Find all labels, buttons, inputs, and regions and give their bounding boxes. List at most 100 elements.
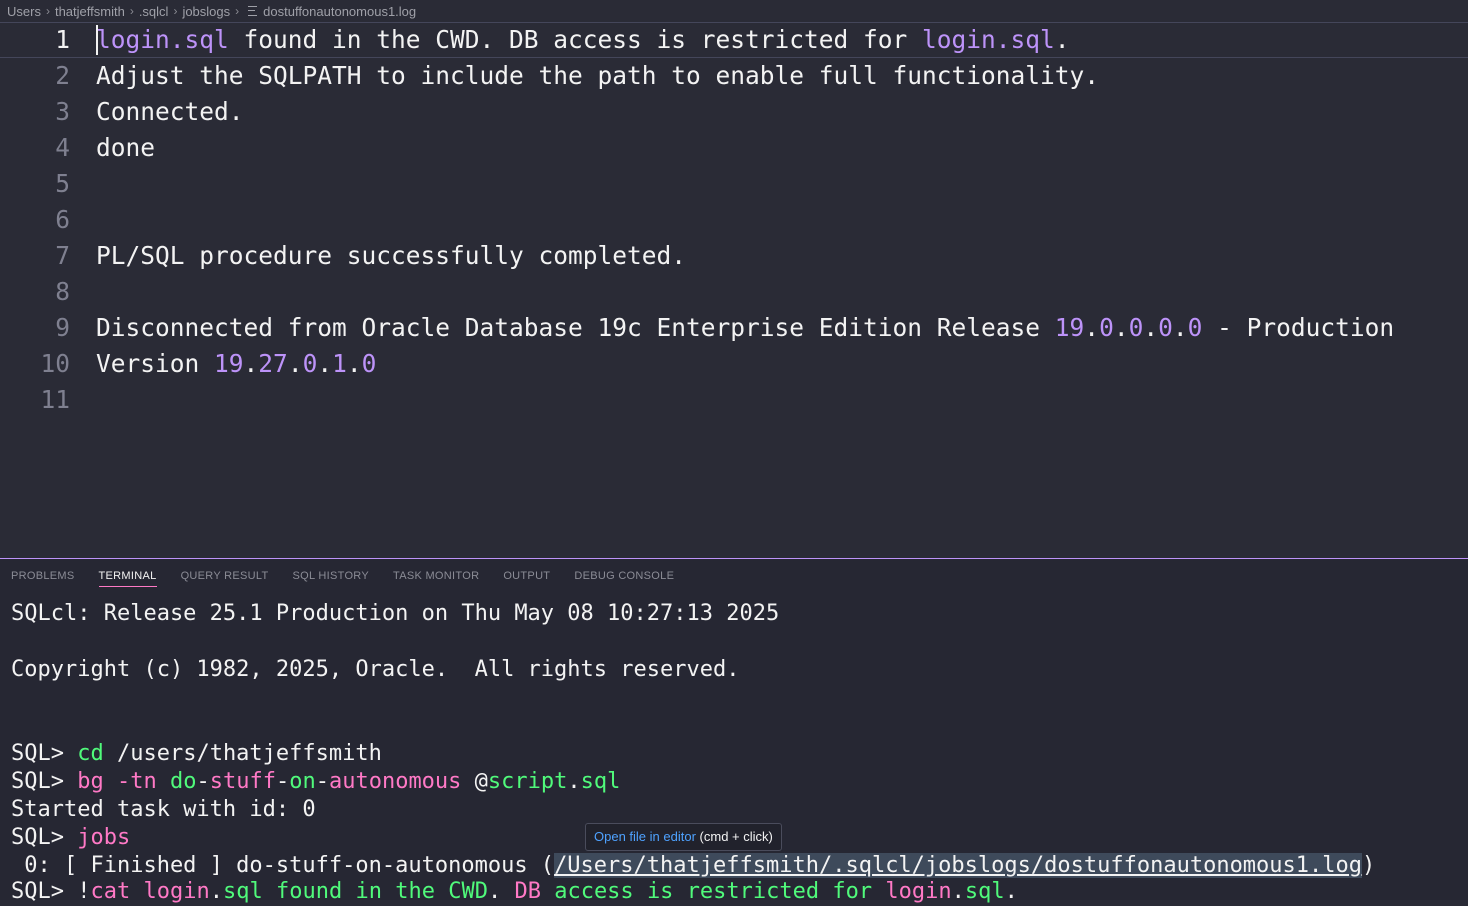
chevron-right-icon: ›: [129, 4, 134, 18]
editor-line[interactable]: 2 Adjust the SQLPATH to include the path …: [0, 58, 1468, 94]
text-token: - Production: [1202, 313, 1395, 342]
line-code: Version 19.27.0.1.0: [96, 346, 376, 382]
text-token: 19: [1054, 313, 1085, 342]
tab-task-monitor[interactable]: TASK MONITOR: [393, 570, 479, 587]
terminal-line: Started task with id: 0: [11, 796, 316, 824]
text-token: 0: [361, 349, 377, 378]
text-token: stuff: [209, 769, 276, 794]
tab-problems[interactable]: PROBLEMS: [11, 570, 75, 587]
open-file-link[interactable]: Open file in editor: [594, 829, 696, 844]
editor-line[interactable]: 10 Version 19.27.0.1.0: [0, 346, 1468, 382]
breadcrumb-item-jobslogs[interactable]: jobslogs: [182, 4, 230, 19]
text-token: cd: [77, 741, 104, 766]
editor-line[interactable]: 6: [0, 202, 1468, 238]
text-token: 0: [1128, 313, 1144, 342]
text-token: .: [346, 349, 362, 378]
text-token: SQLcl: Release 25.1 Production on Thu Ma…: [11, 601, 780, 626]
line-number: 3: [55, 97, 70, 126]
text-token: .: [1113, 313, 1129, 342]
text-token: 19: [214, 349, 244, 378]
log-file-link[interactable]: /Users/thatjeffsmith/.sqlcl/jobslogs/dos…: [554, 853, 1363, 878]
line-code: login.sql found in the CWD. DB access is…: [96, 23, 1070, 57]
line-number: 10: [40, 349, 70, 378]
text-token: .: [287, 349, 303, 378]
tab-debug-console[interactable]: DEBUG CONSOLE: [574, 570, 674, 587]
breadcrumb-item-file[interactable]: dostuffonautonomous1.log: [263, 4, 416, 19]
editor-line[interactable]: 1 login.sql found in the CWD. DB access i…: [0, 22, 1468, 58]
terminal-line: 0: [ Finished ] do-stuff-on-autonomous (…: [11, 852, 1375, 880]
text-token: login.sql: [922, 25, 1055, 54]
text-token: CWD: [448, 879, 488, 904]
breadcrumb-item-sqlcl[interactable]: .sqlcl: [139, 4, 169, 19]
tab-query-result[interactable]: QUERY RESULT: [181, 570, 269, 587]
editor-line[interactable]: 3 Connected.: [0, 94, 1468, 130]
line-code: Adjust the SQLPATH to include the path t…: [96, 58, 1099, 94]
tab-terminal[interactable]: TERMINAL: [98, 570, 157, 587]
editor[interactable]: 1 login.sql found in the CWD. DB access i…: [0, 22, 1468, 558]
breadcrumb-item-user[interactable]: thatjeffsmith: [55, 4, 125, 19]
line-number: 4: [55, 133, 70, 162]
text-token: SQL>: [11, 825, 78, 850]
text-token: 0: [1099, 313, 1114, 342]
text-token: 27: [258, 349, 288, 378]
line-number: 2: [55, 61, 70, 90]
text-token: 0: [1187, 313, 1203, 342]
text-token: 0: [1158, 313, 1173, 342]
chevron-right-icon: ›: [45, 4, 50, 18]
text-token: .: [317, 349, 333, 378]
text-token: sql: [222, 879, 263, 904]
text-token: access: [554, 879, 634, 904]
editor-line[interactable]: 9 Disconnected from Oracle Database 19c E…: [0, 310, 1468, 346]
text-token: login: [885, 879, 952, 904]
editor-line[interactable]: 11: [0, 382, 1468, 418]
text-token: .: [243, 349, 259, 378]
tab-sql-history[interactable]: SQL HISTORY: [293, 570, 369, 587]
text-token: sql: [964, 879, 1005, 904]
text-token: for: [832, 879, 873, 904]
text-token: -: [315, 769, 329, 794]
tab-output[interactable]: OUTPUT: [503, 570, 550, 587]
text-token: cat: [90, 879, 131, 904]
text-token: Version: [96, 349, 215, 378]
line-number: 8: [55, 277, 70, 306]
text-token: Disconnected from Oracle Database 19c En…: [96, 313, 1055, 342]
text-token: SQL> !: [11, 879, 91, 904]
text-token: do: [169, 769, 197, 794]
text-token: in: [355, 879, 382, 904]
text-token: done: [96, 133, 156, 162]
file-text-icon: [248, 6, 258, 16]
line-code: Connected.: [96, 94, 244, 130]
editor-line[interactable]: 4 done: [0, 130, 1468, 166]
line-code: done: [96, 130, 155, 166]
text-cursor: [96, 25, 98, 55]
panel-tabs: PROBLEMS TERMINAL QUERY RESULT SQL HISTO…: [11, 570, 674, 587]
line-number: 6: [55, 205, 70, 234]
editor-line[interactable]: 8: [0, 274, 1468, 310]
chevron-right-icon: ›: [173, 4, 178, 18]
text-token: .: [1084, 313, 1100, 342]
text-token: 1: [332, 349, 347, 378]
breadcrumb-item-users[interactable]: Users: [7, 4, 41, 19]
text-token: Connected.: [96, 97, 244, 126]
text-token: 0: [302, 349, 318, 378]
text-token: found in the CWD. DB access is restricte…: [228, 25, 923, 54]
text-token: -: [275, 769, 290, 794]
editor-line[interactable]: 5: [0, 166, 1468, 202]
editor-line[interactable]: 7 PL/SQL procedure successfully completed…: [0, 238, 1468, 274]
text-token: .: [1143, 313, 1159, 342]
text-token: restricted: [686, 879, 820, 904]
text-token: SQL>: [11, 769, 78, 794]
text-token: ): [1362, 853, 1376, 878]
terminal-line: SQL> bg -tn do-stuff-on-autonomous @scri…: [11, 768, 620, 796]
terminal-line: SQL> !cat login.sql found in the CWD. DB…: [11, 878, 1018, 906]
text-token: Started task with id: 0: [11, 797, 316, 822]
text-token: -tn: [116, 769, 157, 794]
line-number: 9: [55, 313, 70, 342]
text-token: Copyright (c) 1982, 2025, Oracle. All ri…: [11, 657, 740, 682]
